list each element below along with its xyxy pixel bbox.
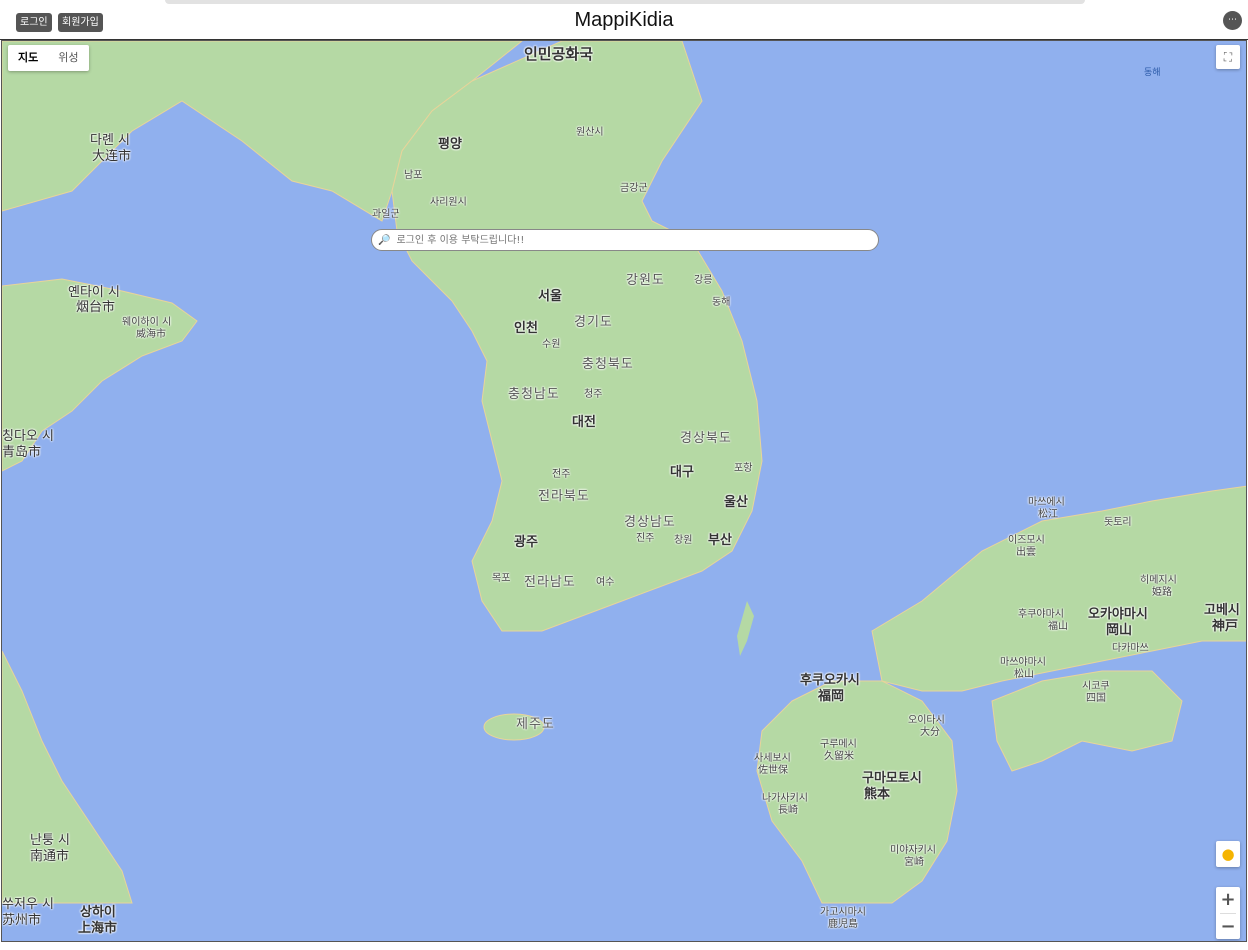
label-okayama-jp: 岡山: [1106, 623, 1133, 638]
label-cheongju: 청주: [584, 389, 603, 400]
label-east-sea: 동해: [1144, 68, 1161, 78]
app-title: MappiKidia: [574, 9, 674, 31]
label-daejeon: 대전: [572, 415, 596, 430]
label-gyeonggi: 경기도: [574, 315, 613, 330]
label-geumgang: 금강군: [620, 183, 648, 194]
zoom-control: + −: [1216, 887, 1240, 939]
menu-icon[interactable]: ⋯: [1223, 11, 1242, 30]
street-view-pegman-icon[interactable]: ●: [1216, 841, 1240, 867]
label-fukuoka-jp: 福岡: [818, 689, 845, 704]
map-type-satellite[interactable]: 위성: [48, 45, 88, 71]
label-suwon: 수원: [542, 339, 561, 350]
zoom-in-button[interactable]: +: [1216, 887, 1240, 913]
label-matsuyama-jp: 松山: [1014, 669, 1034, 680]
land-honshu: [871, 485, 1246, 692]
map-type-control: 지도 위성: [8, 45, 89, 71]
map-canvas[interactable]: 지도 위성 ⛶ 인민공화국 다롄 시 大连市 평양 원산시 남포 사리원시 과일…: [1, 40, 1247, 942]
label-fukuyama-jp: 福山: [1048, 621, 1068, 632]
map-base-layer: [2, 41, 1246, 904]
label-chungnam: 충청남도: [508, 387, 560, 402]
label-incheon: 인천: [514, 321, 538, 336]
label-north-korea: 인민공화국: [524, 45, 594, 63]
label-yeosu: 여수: [596, 577, 615, 588]
label-seoul: 서울: [538, 289, 562, 304]
label-izumo-jp: 出雲: [1016, 547, 1036, 558]
label-kumamoto-jp: 熊本: [864, 787, 891, 802]
label-gwangju: 광주: [514, 535, 538, 550]
label-nantong-cn: 南通市: [30, 849, 70, 864]
label-ulsan: 울산: [724, 495, 748, 510]
label-dalian-cn: 大连市: [92, 149, 132, 164]
search-bar[interactable]: 🔎: [371, 229, 879, 251]
top-bar: 로그인 회원가입 MappiKidia ⋯: [0, 0, 1248, 40]
label-changwon: 창원: [674, 535, 693, 546]
label-jeonnam: 전라남도: [524, 575, 576, 590]
label-shanghai-cn: 上海市: [78, 921, 118, 936]
label-jeju: 제주도: [516, 717, 555, 732]
label-sariwon: 사리원시: [430, 197, 467, 208]
label-gangwon: 강원도: [626, 273, 665, 288]
label-weihai-cn: 威海市: [136, 329, 166, 340]
land-tsushima: [737, 601, 754, 656]
label-kurume-jp: 久留米: [824, 751, 854, 762]
label-kobe-jp: 神戸: [1212, 619, 1239, 634]
label-daegu: 대구: [670, 465, 694, 480]
label-gyeongbuk: 경상북도: [680, 431, 732, 446]
label-miyazaki-jp: 宮崎: [904, 857, 924, 868]
label-jinju: 진주: [636, 533, 655, 544]
label-pohang: 포항: [734, 463, 753, 474]
zoom-out-button[interactable]: −: [1216, 914, 1240, 940]
label-gwail: 과일군: [372, 209, 400, 220]
label-gyeongnam: 경상남도: [624, 515, 676, 530]
top-shade: [165, 0, 1085, 4]
label-suzhou-cn: 苏州市: [2, 913, 42, 928]
label-chungbuk: 충청북도: [582, 357, 634, 372]
search-input[interactable]: [394, 233, 878, 247]
label-matsue-jp: 松江: [1038, 509, 1058, 520]
label-sasebo-jp: 佐世保: [758, 765, 788, 776]
label-kagoshima-jp: 鹿児島: [828, 919, 858, 930]
search-icon: 🔎: [378, 234, 391, 246]
land-jiangsu: [2, 650, 133, 904]
label-oita-jp: 大分: [920, 727, 940, 738]
fullscreen-icon[interactable]: ⛶: [1216, 45, 1240, 69]
label-nagasaki-jp: 長崎: [778, 805, 798, 816]
label-shikoku-jp: 四国: [1086, 693, 1106, 704]
label-wonsan: 원산시: [576, 127, 604, 138]
label-himeji-jp: 姫路: [1152, 587, 1172, 598]
label-busan: 부산: [708, 533, 732, 548]
label-qingdao-cn: 青岛市: [2, 445, 42, 460]
label-gangneung: 강릉: [694, 275, 713, 286]
map-type-map[interactable]: 지도: [8, 45, 48, 71]
label-takamatsu: 다카마쓰: [1112, 643, 1149, 654]
label-pyongyang: 평양: [438, 137, 462, 152]
label-nampo: 남포: [404, 170, 423, 181]
label-jeonju: 전주: [552, 469, 571, 480]
label-donghae: 동해: [712, 297, 731, 308]
label-yantai-cn: 烟台市: [76, 300, 116, 315]
label-jeonbuk: 전라북도: [538, 489, 590, 504]
label-mokpo: 목포: [492, 573, 511, 584]
label-tottori: 돗토리: [1104, 517, 1132, 528]
